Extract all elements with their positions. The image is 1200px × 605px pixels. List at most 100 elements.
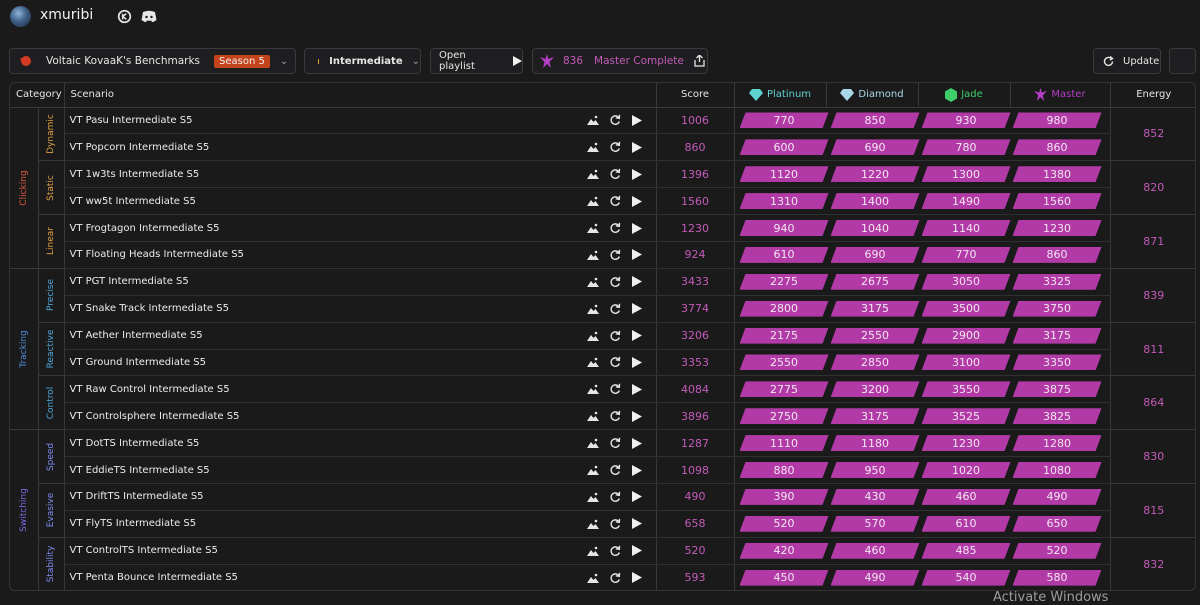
score-value: 924 (655, 241, 735, 269)
scenario-name[interactable]: VT Raw Control Intermediate S5 (65, 384, 230, 395)
refresh-icon[interactable] (608, 329, 622, 343)
leaderboard-icon[interactable] (586, 248, 600, 262)
leaderboard-icon[interactable] (586, 463, 600, 477)
play-icon[interactable] (630, 113, 644, 127)
play-icon[interactable] (630, 167, 644, 181)
update-button[interactable]: Update (1093, 48, 1161, 74)
leaderboard-icon[interactable] (586, 490, 600, 504)
refresh-icon[interactable] (608, 302, 622, 316)
scenario-name[interactable]: VT Snake Track Intermediate S5 (65, 303, 229, 314)
platinum-threshold: 1310 (740, 193, 829, 209)
scenario-name[interactable]: VT Floating Heads Intermediate S5 (65, 249, 244, 260)
play-icon[interactable] (630, 302, 644, 316)
leaderboard-icon[interactable] (586, 329, 600, 343)
play-icon[interactable] (630, 275, 644, 289)
scenario-name[interactable]: VT Controlsphere Intermediate S5 (65, 411, 240, 422)
open-playlist-button[interactable]: Open playlist (430, 48, 523, 74)
play-icon[interactable] (630, 194, 644, 208)
menu-button[interactable] (1169, 48, 1196, 74)
play-icon[interactable] (630, 248, 644, 262)
jade-header: Jade (918, 83, 1011, 108)
platinum-threshold: 600 (740, 139, 829, 155)
refresh-icon[interactable] (608, 140, 622, 154)
refresh-icon[interactable] (608, 463, 622, 477)
play-icon[interactable] (630, 221, 644, 235)
play-icon[interactable] (630, 140, 644, 154)
leaderboard-icon[interactable] (586, 409, 600, 423)
play-icon[interactable] (630, 355, 644, 369)
scenario-name[interactable]: VT Popcorn Intermediate S5 (65, 142, 210, 153)
play-icon[interactable] (630, 571, 644, 585)
play-icon[interactable] (630, 436, 644, 450)
play-icon[interactable] (630, 409, 644, 423)
refresh-icon[interactable] (608, 248, 622, 262)
subcategory-reactive: Reactive (38, 322, 65, 377)
difficulty-select[interactable]: Intermediate ⌄ (304, 48, 421, 74)
scenario-name[interactable]: VT DriftTS Intermediate S5 (65, 491, 204, 502)
play-icon[interactable] (630, 463, 644, 477)
refresh-icon[interactable] (608, 517, 622, 531)
voltaic-logo-icon (20, 55, 32, 67)
leaderboard-icon[interactable] (586, 275, 600, 289)
share-icon[interactable] (694, 55, 705, 67)
leaderboard-icon[interactable] (586, 113, 600, 127)
subcategory-static: Static (38, 160, 65, 216)
play-icon[interactable] (630, 517, 644, 531)
refresh-icon[interactable] (608, 409, 622, 423)
scenario-cell: VT PGT Intermediate S5 (64, 268, 656, 296)
master-threshold: 650 (1013, 516, 1102, 532)
scenario-name[interactable]: VT DotTS Intermediate S5 (65, 438, 200, 449)
refresh-icon[interactable] (608, 436, 622, 450)
scenario-name[interactable]: VT Pasu Intermediate S5 (65, 115, 193, 126)
leaderboard-icon[interactable] (586, 436, 600, 450)
score-value: 593 (655, 564, 735, 590)
subcategory-evasive: Evasive (38, 483, 65, 538)
refresh-icon[interactable] (608, 544, 622, 558)
play-icon[interactable] (630, 490, 644, 504)
leaderboard-icon[interactable] (586, 382, 600, 396)
refresh-icon[interactable] (608, 113, 622, 127)
leaderboard-icon[interactable] (586, 140, 600, 154)
leaderboard-icon[interactable] (586, 517, 600, 531)
discord-icon[interactable] (141, 8, 157, 24)
table-header: Category Scenario Score Platinum Diamond… (10, 83, 1195, 108)
scenario-name[interactable]: VT ww5t Intermediate S5 (65, 196, 196, 207)
leaderboard-icon[interactable] (586, 302, 600, 316)
leaderboard-icon[interactable] (586, 355, 600, 369)
leaderboard-icon[interactable] (586, 571, 600, 585)
scenario-name[interactable]: VT Ground Intermediate S5 (65, 357, 207, 368)
refresh-icon[interactable] (608, 382, 622, 396)
scenario-name[interactable]: VT FlyTS Intermediate S5 (65, 518, 197, 529)
rank-status-button[interactable]: 836 Master Complete (532, 48, 708, 74)
leaderboard-icon[interactable] (586, 544, 600, 558)
benchmark-select[interactable]: Voltaic KovaaK's Benchmarks Season 5 ⌄ (9, 48, 296, 74)
refresh-icon[interactable] (608, 221, 622, 235)
refresh-icon[interactable] (608, 194, 622, 208)
scenario-name[interactable]: VT ControlTS Intermediate S5 (65, 545, 218, 556)
refresh-icon[interactable] (608, 355, 622, 369)
scenario-name[interactable]: VT Penta Bounce Intermediate S5 (65, 572, 238, 583)
scenario-name[interactable]: VT 1w3ts Intermediate S5 (65, 169, 200, 180)
rank-thresholds: 1110 1180 1230 1280 (734, 429, 1110, 458)
play-icon[interactable] (630, 382, 644, 396)
scenario-name[interactable]: VT EddieTS Intermediate S5 (65, 465, 210, 476)
refresh-icon[interactable] (608, 571, 622, 585)
scenario-name[interactable]: VT PGT Intermediate S5 (65, 276, 189, 287)
scenario-cell: VT Frogtagon Intermediate S5 (64, 214, 656, 242)
avatar[interactable] (10, 6, 31, 27)
leaderboard-icon[interactable] (586, 167, 600, 181)
rank-thresholds: 770 850 930 980 (734, 107, 1110, 135)
refresh-icon[interactable] (608, 490, 622, 504)
energy-value: 830 (1109, 429, 1195, 484)
play-icon[interactable] (630, 544, 644, 558)
refresh-icon[interactable] (608, 275, 622, 289)
leaderboard-icon[interactable] (586, 221, 600, 235)
play-icon[interactable] (630, 329, 644, 343)
update-label: Update (1123, 55, 1160, 67)
scenario-name[interactable]: VT Frogtagon Intermediate S5 (65, 223, 220, 234)
leaderboard-icon[interactable] (586, 194, 600, 208)
kovaaks-icon[interactable] (116, 8, 132, 24)
scenario-name[interactable]: VT Aether Intermediate S5 (65, 330, 203, 341)
refresh-icon[interactable] (608, 167, 622, 181)
jade-threshold: 1490 (922, 193, 1011, 209)
